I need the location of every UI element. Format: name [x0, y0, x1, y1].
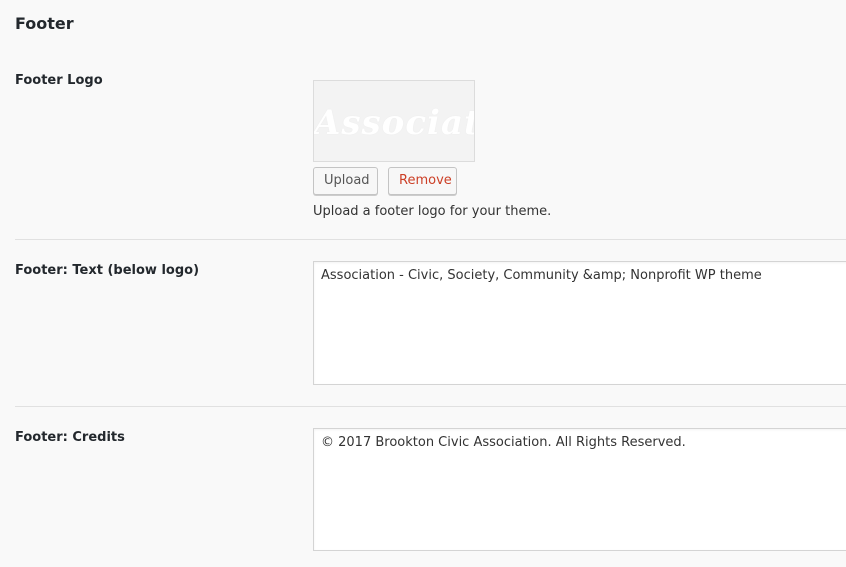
footer-text-label: Footer: Text (below logo) — [15, 263, 200, 278]
remove-button[interactable]: Remove — [388, 167, 457, 195]
divider — [15, 239, 846, 240]
footer-logo-preview: Associati — [313, 80, 475, 162]
footer-logo-description: Upload a footer logo for your theme. — [313, 204, 552, 219]
footer-logo-image-text: Associati — [314, 103, 474, 143]
divider — [15, 406, 846, 407]
footer-credits-textarea[interactable]: © 2017 Brookton Civic Association. All R… — [313, 428, 846, 551]
footer-text-textarea[interactable]: Association - Civic, Society, Community … — [313, 261, 846, 385]
footer-logo-label: Footer Logo — [15, 73, 103, 88]
upload-button[interactable]: Upload — [313, 167, 378, 195]
footer-credits-label: Footer: Credits — [15, 430, 125, 445]
section-title: Footer — [15, 14, 74, 33]
